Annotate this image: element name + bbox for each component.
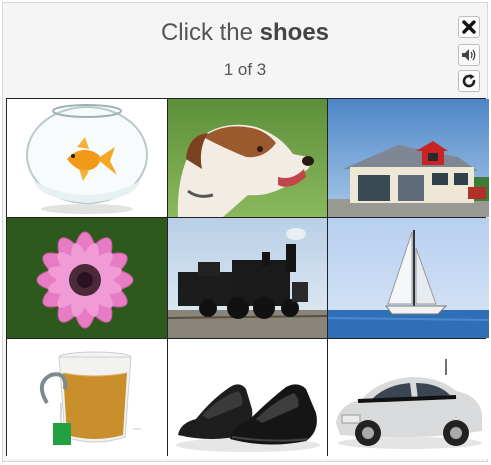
- dog-image: [168, 99, 327, 217]
- tile-locomotive[interactable]: [168, 218, 327, 338]
- locomotive-image: [168, 218, 327, 338]
- audio-button[interactable]: [458, 44, 480, 66]
- goldfish-image: [7, 99, 167, 217]
- flower-image: [7, 218, 167, 338]
- tile-goldfish[interactable]: [7, 99, 167, 217]
- captcha-header: Click the shoes 1 of 3: [3, 3, 487, 99]
- car-image: [328, 339, 489, 459]
- sailboat-image: [328, 218, 489, 338]
- prompt-title: Click the shoes: [3, 19, 487, 47]
- progress-counter: 1 of 3: [223, 60, 267, 79]
- tile-flower[interactable]: [7, 218, 167, 338]
- tile-car[interactable]: [328, 339, 489, 459]
- refresh-button[interactable]: [458, 70, 480, 92]
- captcha-widget: Click the shoes 1 of 3: [2, 2, 489, 462]
- tile-sailboat[interactable]: [328, 218, 489, 338]
- prompt-target: shoes: [259, 19, 330, 46]
- tea-image: [7, 339, 167, 459]
- tile-house[interactable]: [328, 99, 489, 217]
- tile-tea[interactable]: [7, 339, 167, 459]
- shoes-image: [168, 339, 327, 459]
- refresh-icon: [462, 74, 476, 88]
- image-grid: [6, 98, 489, 459]
- prompt-prefix: Click the: [160, 19, 253, 46]
- audio-icon: [462, 49, 476, 61]
- house-image: [328, 99, 489, 217]
- close-button[interactable]: [458, 16, 480, 38]
- close-icon: [462, 20, 476, 34]
- tile-dog[interactable]: [168, 99, 327, 217]
- tile-shoes[interactable]: [168, 339, 327, 459]
